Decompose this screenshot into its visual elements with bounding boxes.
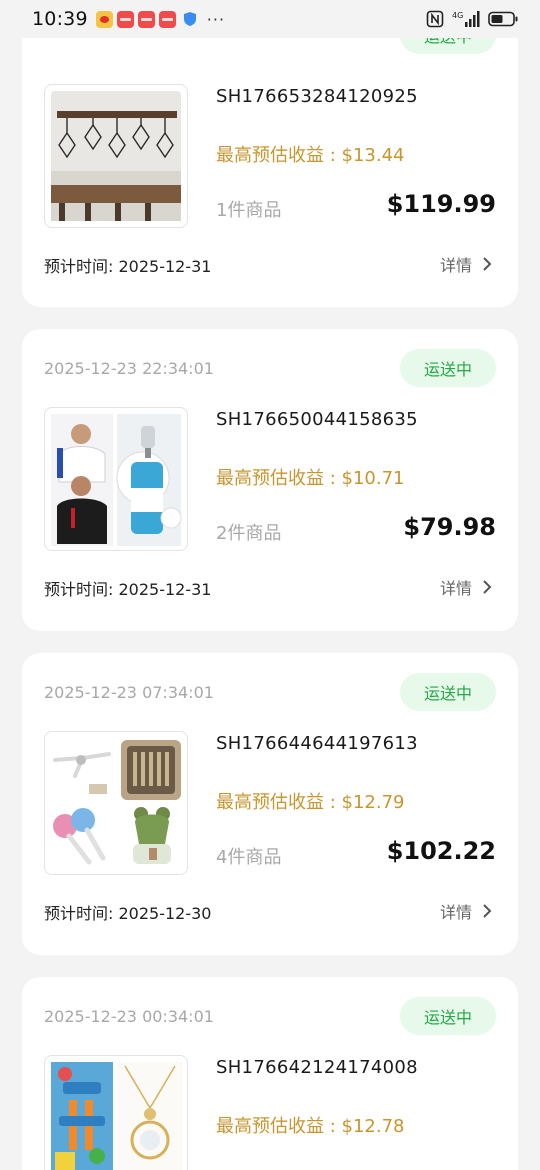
max-estimated-earnings: 最高预估收益 : $12.79 (216, 792, 405, 813)
status-time: 10:39 (32, 8, 88, 30)
order-date: 2025-12-23 00:34:01 (44, 1007, 214, 1026)
order-card[interactable]: 2025-12-23 22:34:01 运送中 SH17665004415863… (22, 329, 518, 631)
battery-icon (488, 11, 518, 27)
product-thumbnail[interactable] (44, 84, 188, 228)
item-count: 4件商品 (216, 847, 282, 868)
order-number: SH176644644197613 (216, 733, 418, 754)
status-badge: 运送中 (400, 349, 496, 387)
order-card[interactable]: 2025-12-23 07:34:01 运送中 SH17664464419761… (22, 653, 518, 955)
order-date: 2025-12-23 07:34:01 (44, 683, 214, 702)
notification-icons: ··· (95, 9, 226, 29)
product-collage-image (45, 732, 187, 874)
detail-link[interactable]: 详情 (440, 252, 492, 276)
app-red-icon (137, 10, 155, 28)
detail-link[interactable]: 详情 (440, 575, 492, 599)
status-badge: 运送中 (400, 997, 496, 1035)
product-thumbnail[interactable] (44, 1055, 188, 1170)
detail-label: 详情 (439, 256, 472, 275)
order-price: $79.98 (403, 513, 496, 541)
product-thumbnail[interactable] (44, 407, 188, 551)
max-estimated-earnings: 最高预估收益 : $12.78 (216, 1116, 405, 1137)
order-number: SH176650044158635 (216, 409, 418, 430)
chevron-right-icon (483, 580, 492, 594)
estimated-time: 预计时间: 2025-12-30 (44, 904, 212, 923)
product-collage-image (51, 1062, 183, 1170)
pendant-light-image (51, 91, 181, 221)
detail-link[interactable]: 详情 (440, 899, 492, 923)
order-date: 2025-12-23 22:34:01 (44, 359, 214, 378)
max-estimated-earnings: 最高预估收益 : $13.44 (216, 145, 405, 166)
app-red-icon (158, 10, 176, 28)
detail-label: 详情 (439, 579, 472, 598)
nfc-icon (426, 10, 444, 28)
status-badge: 运送中 (400, 673, 496, 711)
detail-label: 详情 (439, 903, 472, 922)
order-price: $119.99 (386, 190, 496, 218)
more-notifications-icon: ··· (206, 9, 226, 29)
signal-icon: 4G (452, 11, 480, 27)
order-number: SH176642124174008 (216, 1057, 418, 1078)
shield-icon (183, 12, 196, 26)
chevron-right-icon (483, 904, 492, 918)
weibo-icon (95, 10, 113, 28)
order-number: SH176653284120925 (216, 86, 418, 107)
chevron-right-icon (483, 257, 492, 271)
product-collage-image (51, 414, 182, 546)
order-card[interactable]: 运送中 SH176653284120925 最高预估收益 : $13.44 1件… (22, 0, 518, 307)
app-red-icon (116, 10, 134, 28)
estimated-time: 预计时间: 2025-12-31 (44, 257, 212, 276)
svg-text:4G: 4G (452, 11, 463, 20)
item-count: 2件商品 (216, 523, 282, 544)
product-thumbnail[interactable] (44, 731, 188, 875)
status-bar: 10:39 ··· 4G (0, 0, 540, 38)
max-estimated-earnings: 最高预估收益 : $10.71 (216, 468, 405, 489)
item-count: 1件商品 (216, 200, 282, 221)
estimated-time: 预计时间: 2025-12-31 (44, 580, 212, 599)
order-price: $102.22 (386, 837, 496, 865)
order-card[interactable]: 2025-12-23 00:34:01 运送中 SH17664212417400… (22, 977, 518, 1170)
